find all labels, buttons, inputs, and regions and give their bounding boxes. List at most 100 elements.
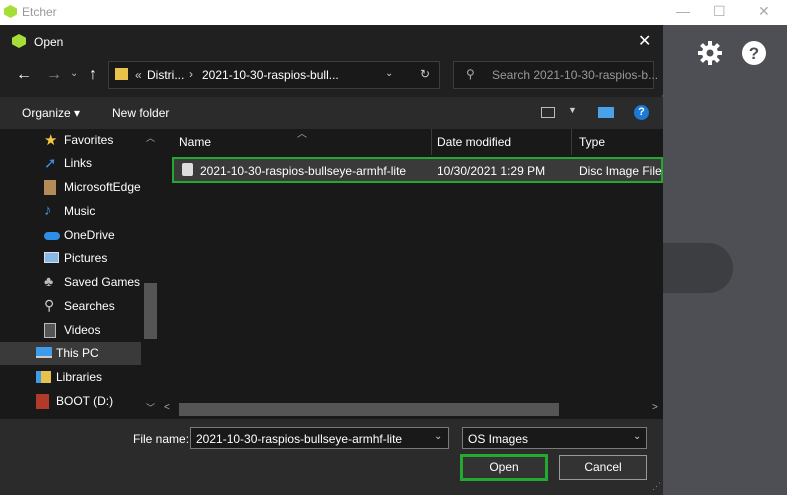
games-icon: ♣ bbox=[44, 273, 54, 289]
etcher-step-pill bbox=[663, 243, 733, 293]
sidebar-item-libraries[interactable]: Libraries bbox=[0, 366, 141, 389]
dialog-footer: File name: 2021-10-30-raspios-bullseye-a… bbox=[0, 419, 663, 495]
sidebar-item-microsoftedge[interactable]: MicrosoftEdge bbox=[0, 176, 141, 199]
etcher-logo-icon bbox=[4, 5, 17, 18]
sidebar-item-label: MicrosoftEdge bbox=[64, 180, 141, 194]
etcher-titlebar: Etcher — ☐ ✕ bbox=[0, 0, 787, 25]
column-header-type[interactable]: Type bbox=[579, 135, 605, 149]
link-icon: ➚ bbox=[44, 155, 57, 172]
cloud-icon bbox=[44, 232, 60, 240]
column-header-name[interactable]: Name bbox=[179, 135, 211, 149]
preview-pane-icon[interactable] bbox=[598, 107, 614, 118]
sidebar-item-label: Libraries bbox=[56, 370, 103, 384]
address-bar[interactable]: « Distri... › 2021-10-30-raspios-bull...… bbox=[108, 61, 440, 89]
sidebar-item-this-pc[interactable]: This PC bbox=[0, 342, 141, 365]
sidebar-item-favorites[interactable]: ★ Favorites bbox=[0, 129, 141, 152]
maximize-icon[interactable]: ☐ bbox=[713, 3, 726, 20]
search-icon: ⚲ bbox=[44, 297, 55, 313]
navigation-pane: ★ Favorites ➚ Links MicrosoftEdge ♪ Musi… bbox=[0, 129, 160, 419]
sidebar-item-label: Searches bbox=[64, 299, 115, 313]
scrollbar-thumb[interactable] bbox=[144, 283, 157, 339]
svg-text:?: ? bbox=[749, 44, 759, 63]
star-icon: ★ bbox=[44, 132, 58, 149]
breadcrumb-overflow[interactable]: « bbox=[135, 68, 142, 82]
minimize-icon[interactable]: — bbox=[676, 3, 690, 19]
search-icon: ⚲ bbox=[466, 67, 475, 81]
chevron-down-icon[interactable]: ⌄ bbox=[633, 431, 641, 442]
sidebar-item-music[interactable]: ♪ Music bbox=[0, 200, 141, 223]
sidebar-item-label: Favorites bbox=[64, 133, 114, 147]
close-icon[interactable]: ✕ bbox=[638, 31, 651, 51]
file-name-value: 2021-10-30-raspios-bullseye-armhf-lite bbox=[196, 432, 403, 446]
sidebar-item-label: Videos bbox=[64, 323, 101, 337]
sidebar-item-label: Saved Games bbox=[64, 275, 141, 289]
sidebar-item-searches[interactable]: ⚲ Searches bbox=[0, 295, 141, 318]
chevron-down-icon[interactable]: ⌄ bbox=[434, 431, 442, 442]
organize-menu[interactable]: Organize ▾ bbox=[22, 106, 80, 120]
view-options-icon[interactable] bbox=[541, 107, 555, 118]
breadcrumb-item[interactable]: Distri... bbox=[147, 68, 184, 82]
address-dropdown-icon[interactable]: ⌄ bbox=[385, 68, 393, 79]
column-divider[interactable] bbox=[571, 129, 572, 155]
scrollbar-thumb[interactable] bbox=[179, 403, 559, 416]
scroll-right-icon[interactable]: > bbox=[652, 402, 658, 413]
dialog-titlebar: Open ✕ bbox=[0, 25, 663, 57]
sidebar-item-pictures[interactable]: Pictures bbox=[0, 247, 141, 270]
resize-grip-icon[interactable]: ⋰ bbox=[652, 481, 661, 492]
search-box[interactable]: ⚲ Search 2021-10-30-raspios-b... bbox=[453, 61, 658, 89]
column-divider[interactable] bbox=[431, 129, 432, 155]
sidebar-item-label: Pictures bbox=[64, 251, 108, 265]
scroll-up-icon[interactable]: ︿ bbox=[146, 131, 155, 144]
pc-icon bbox=[36, 347, 52, 358]
file-list-scrollbar[interactable]: < > bbox=[160, 401, 663, 418]
search-input[interactable]: Search 2021-10-30-raspios-b... bbox=[492, 68, 658, 82]
file-type-select[interactable]: OS Images ⌄ bbox=[462, 427, 647, 449]
gear-icon[interactable] bbox=[697, 40, 723, 66]
sidebar-item-saved-games[interactable]: ♣ Saved Games bbox=[0, 271, 141, 294]
help-icon[interactable]: ? bbox=[634, 105, 649, 120]
videos-icon bbox=[44, 323, 56, 338]
new-folder-button[interactable]: New folder bbox=[112, 106, 169, 120]
sidebar-item-label: Links bbox=[64, 156, 93, 170]
recent-locations-icon[interactable]: ⌄ bbox=[70, 68, 78, 79]
table-row[interactable]: 2021-10-30-raspios-bullseye-armhf-lite 1… bbox=[172, 157, 663, 183]
sidebar-item-label: BOOT (D:) bbox=[56, 394, 114, 408]
sidebar-item-boot-drive[interactable]: BOOT (D:) bbox=[0, 390, 141, 413]
folder-icon bbox=[115, 68, 128, 80]
sidebar-item-label: OneDrive bbox=[64, 228, 115, 242]
sidebar-scrollbar[interactable]: ︿ ﹀ bbox=[141, 129, 160, 419]
file-name-label: File name: bbox=[133, 432, 190, 446]
sidebar-item-onedrive[interactable]: OneDrive bbox=[0, 224, 141, 247]
etcher-logo-icon bbox=[12, 34, 26, 48]
up-icon[interactable]: ↑ bbox=[89, 66, 97, 84]
breadcrumb-item[interactable]: 2021-10-30-raspios-bull... bbox=[202, 68, 339, 82]
window-close-icon[interactable]: ✕ bbox=[758, 3, 770, 20]
column-headers: ︿ Name Date modified Type bbox=[170, 129, 663, 155]
sidebar-item-videos[interactable]: Videos bbox=[0, 319, 141, 342]
etcher-window-title: Etcher bbox=[22, 5, 57, 19]
dialog-title: Open bbox=[34, 35, 64, 49]
chevron-down-icon[interactable]: ▼ bbox=[568, 105, 577, 115]
scroll-down-icon[interactable]: ﹀ bbox=[146, 401, 155, 414]
sidebar-item-links[interactable]: ➚ Links bbox=[0, 152, 141, 175]
scroll-left-icon[interactable]: < bbox=[164, 402, 170, 413]
help-icon[interactable]: ? bbox=[741, 40, 767, 66]
file-name-input[interactable]: 2021-10-30-raspios-bullseye-armhf-lite ⌄ bbox=[190, 427, 449, 449]
cancel-button[interactable]: Cancel bbox=[559, 455, 647, 480]
refresh-icon[interactable]: ↻ bbox=[420, 67, 430, 81]
music-icon: ♪ bbox=[44, 202, 52, 219]
forward-icon[interactable]: → bbox=[46, 66, 62, 84]
back-icon[interactable]: ← bbox=[16, 66, 32, 84]
command-toolbar: Organize ▾ New folder ▼ ? bbox=[0, 97, 663, 129]
sidebar-item-label: This PC bbox=[56, 346, 99, 360]
file-date-cell: 10/30/2021 1:29 PM bbox=[437, 164, 546, 178]
drive-icon bbox=[36, 394, 49, 409]
sidebar-item-label: Music bbox=[64, 204, 96, 218]
column-header-date[interactable]: Date modified bbox=[437, 135, 511, 149]
folder-icon bbox=[44, 180, 56, 195]
file-type-value: OS Images bbox=[468, 432, 529, 446]
file-type-cell: Disc Image File bbox=[579, 164, 662, 178]
open-button[interactable]: Open bbox=[460, 454, 548, 481]
breadcrumb-separator: › bbox=[189, 67, 193, 81]
pictures-icon bbox=[44, 252, 59, 263]
